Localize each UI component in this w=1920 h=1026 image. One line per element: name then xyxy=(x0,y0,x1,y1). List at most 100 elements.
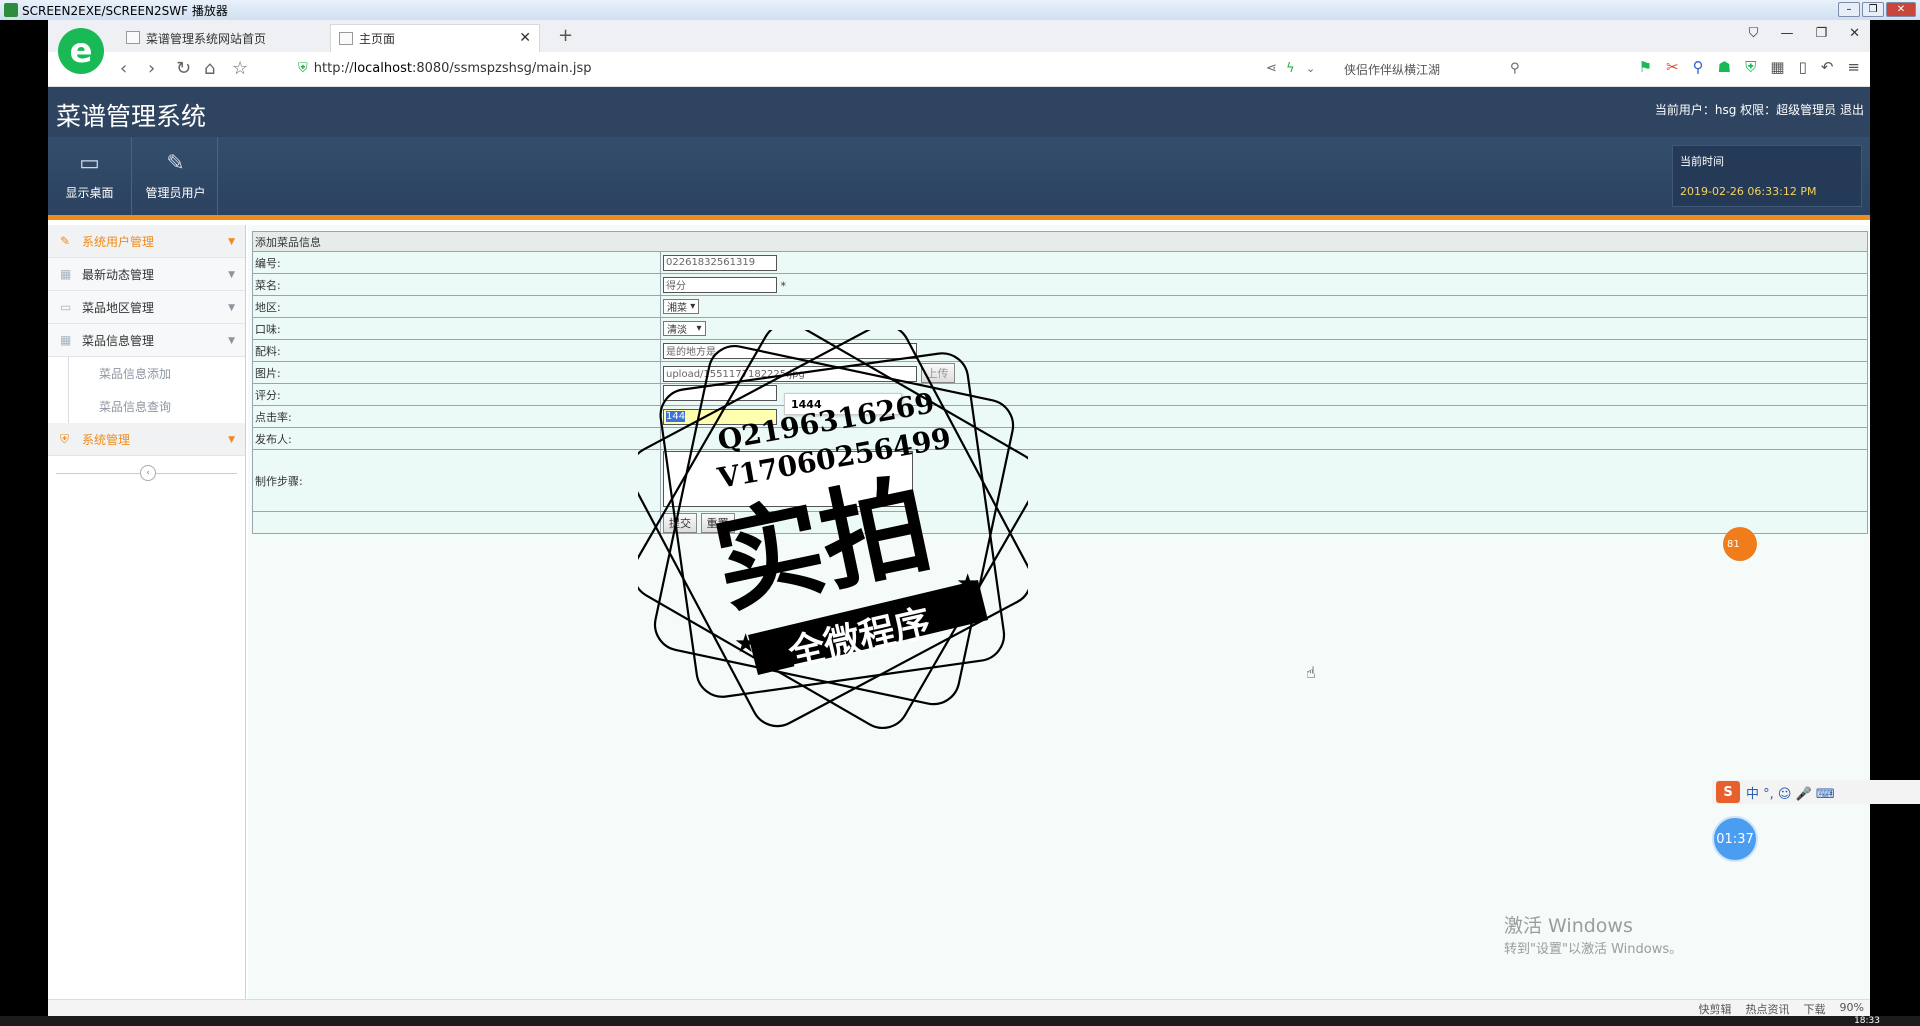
bookmark-icon[interactable]: ▯ xyxy=(1799,58,1807,76)
select-arrow-icon: ▾ xyxy=(690,301,696,312)
table-row: 地区: 湘菜 ▾ xyxy=(252,295,1868,318)
taste-label: 口味: xyxy=(252,317,661,340)
close-icon[interactable]: ✕ xyxy=(1886,2,1916,17)
status-item[interactable]: 下载 xyxy=(1804,1001,1826,1017)
table-row: 提交 重置 xyxy=(252,511,1868,534)
tab-bar: e 菜谱管理系统网站首页 主页面 ✕ + ⛉ — ❐ ✕ xyxy=(48,20,1870,74)
browser-status-bar: 快剪辑 热点资讯 下载 90% xyxy=(48,999,1870,1016)
share-icon[interactable]: ⋖ xyxy=(1266,61,1277,76)
shirt-icon[interactable]: ⛉ xyxy=(1749,26,1759,41)
sidebar-item-system[interactable]: ⛨ 系统管理 ▼ xyxy=(48,423,245,456)
restore-icon[interactable]: ❐ xyxy=(1815,26,1827,41)
submit-button[interactable]: 提交 xyxy=(663,512,697,533)
pencil-icon: ✎ xyxy=(60,234,71,248)
autocomplete-option[interactable]: 1444 xyxy=(784,393,902,415)
reload-icon[interactable]: ↻ xyxy=(176,58,191,79)
translate-icon[interactable]: ⚑ xyxy=(1639,58,1652,76)
system-toolbar: ▭ 显示桌面 ✎ 管理员用户 当前时间 2019-02-26 06:33:12 … xyxy=(48,137,1870,220)
table-row: 菜名: 得分 * xyxy=(252,273,1868,296)
show-desktop-button[interactable]: ▭ 显示桌面 xyxy=(48,137,132,215)
status-items: 快剪辑 热点资讯 下载 90% xyxy=(1699,1001,1864,1017)
user-info[interactable]: 当前用户：hsg 权限：超级管理员 退出 xyxy=(1655,101,1864,118)
search-field[interactable]: 侠侣作伴纵横江湖 xyxy=(1344,61,1440,78)
undo-icon[interactable]: ↶ xyxy=(1821,58,1834,76)
ime-status[interactable]: 中 °, ☺ 🎤 ⌨ xyxy=(1746,783,1835,802)
region-label: 地区: xyxy=(252,295,661,318)
menu-icon[interactable]: ≡ xyxy=(1847,58,1860,76)
tab-label: 菜谱管理系统网站首页 xyxy=(146,31,267,46)
new-tab-icon[interactable]: + xyxy=(558,25,573,46)
star-icon[interactable]: ☆ xyxy=(232,58,248,79)
steps-label: 制作步骤: xyxy=(252,449,661,512)
collapse-icon[interactable]: ‹ xyxy=(140,465,156,481)
tab-close-icon[interactable]: ✕ xyxy=(519,30,531,46)
main-content: 添加菜品信息 编号: 02261832561319 菜名: 得分 * 地区: 湘… xyxy=(248,225,1870,999)
name-label: 菜名: xyxy=(252,273,661,296)
upload-button[interactable]: 上传 xyxy=(920,362,955,383)
clicks-field[interactable]: 144 xyxy=(663,408,777,425)
score-label: 评分: xyxy=(252,383,661,406)
recording-timer[interactable]: 01:37 xyxy=(1712,816,1758,862)
sidebar-item-news[interactable]: ▦ 最新动态管理 ▼ xyxy=(48,258,245,291)
form-caption-row: 添加菜品信息 xyxy=(252,231,1868,252)
url-field[interactable]: ⛨ http://localhost:8080/ssmspzshsg/main.j… xyxy=(298,61,592,76)
status-item[interactable]: 热点资讯 xyxy=(1746,1001,1790,1017)
status-item[interactable]: 快剪辑 xyxy=(1699,1001,1732,1017)
clock-box: 当前时间 2019-02-26 06:33:12 PM xyxy=(1672,145,1862,207)
apps-icon[interactable]: ▦ xyxy=(1770,58,1784,76)
minimize-icon[interactable]: — xyxy=(1780,26,1793,41)
lightning-icon[interactable]: ϟ xyxy=(1286,61,1295,76)
player-title-bar: SCREEN2EXE/SCREEN2SWF 播放器 – ❐ ✕ xyxy=(0,0,1920,20)
taste-select[interactable]: 清淡 ▾ xyxy=(663,321,706,336)
minimize-icon[interactable]: – xyxy=(1838,2,1860,17)
url-prefix: http:// xyxy=(313,61,354,76)
floating-badge[interactable]: 81 xyxy=(1723,527,1757,561)
security-shield-icon[interactable]: ⛨ xyxy=(1745,58,1756,76)
id-field[interactable]: 02261832561319 xyxy=(663,254,777,271)
image-label: 图片: xyxy=(252,361,661,384)
sidebar-subitem-dish-query[interactable]: 菜品信息查询 xyxy=(68,390,245,423)
score-field[interactable] xyxy=(663,385,777,401)
caret-down-icon: ▼ xyxy=(228,270,235,280)
admin-user-label: 管理员用户 xyxy=(145,186,206,200)
ime-toolbar: S 中 °, ☺ 🎤 ⌨ xyxy=(1712,780,1920,804)
player-title: SCREEN2EXE/SCREEN2SWF 播放器 xyxy=(22,3,228,18)
back-icon[interactable]: ‹ xyxy=(120,58,127,79)
restore-icon[interactable]: ❐ xyxy=(1862,2,1884,17)
forward-icon[interactable]: › xyxy=(148,58,155,79)
home-icon[interactable]: ⌂ xyxy=(204,58,215,79)
grid-icon: ▦ xyxy=(60,333,72,347)
sidebar-item-region[interactable]: ▭ 菜品地区管理 ▼ xyxy=(48,291,245,324)
close-icon[interactable]: ✕ xyxy=(1849,26,1860,41)
zoom-level[interactable]: 90% xyxy=(1840,1001,1864,1017)
magnifier-icon[interactable]: ⚲ xyxy=(1693,58,1704,76)
system-header: 菜谱管理系统 当前用户：hsg 权限：超级管理员 退出 xyxy=(48,87,1870,137)
url-host: localhost xyxy=(353,61,412,76)
sidebar-item-system-users[interactable]: ✎ 系统用户管理 ▼ xyxy=(48,225,245,258)
sogou-logo-icon[interactable]: S xyxy=(1716,781,1740,803)
search-icon[interactable]: ⚲ xyxy=(1510,61,1520,76)
ingredients-field[interactable]: 是的地方是 xyxy=(663,342,917,359)
scissors-icon[interactable]: ✂ xyxy=(1666,58,1679,76)
activation-title: 激活 Windows xyxy=(1504,915,1633,937)
browser-logo-icon[interactable]: e xyxy=(58,28,104,74)
tab-main[interactable]: 主页面 ✕ xyxy=(330,24,540,52)
name-field[interactable]: 得分 xyxy=(663,276,777,293)
sidebar-item-dish-info[interactable]: ▦ 菜品信息管理 ▼ xyxy=(48,324,245,357)
chevron-down-icon[interactable]: ⌄ xyxy=(1306,62,1315,75)
sidebar-collapse: ‹ xyxy=(48,456,245,490)
image-field[interactable]: upload/1551177182225.jpg xyxy=(663,366,917,382)
gamepad-icon[interactable]: ☗ xyxy=(1718,58,1731,76)
tab-homepage[interactable]: 菜谱管理系统网站首页 xyxy=(118,24,328,52)
region-select[interactable]: 湘菜 ▾ xyxy=(663,299,700,314)
table-row: 编号: 02261832561319 xyxy=(252,251,1868,274)
tab-label: 主页面 xyxy=(359,32,396,46)
clock-label: 当前时间 xyxy=(1680,155,1724,168)
sidebar: ✎ 系统用户管理 ▼ ▦ 最新动态管理 ▼ ▭ 菜品地区管理 ▼ ▦ 菜品信息管… xyxy=(48,225,246,999)
sidebar-subitem-dish-add[interactable]: 菜品信息添加 xyxy=(68,357,245,390)
admin-user-button[interactable]: ✎ 管理员用户 xyxy=(134,137,218,215)
steps-textarea[interactable] xyxy=(663,451,913,507)
clicks-selected-text: 144 xyxy=(666,411,686,422)
reset-button[interactable]: 重置 xyxy=(700,512,735,533)
publisher-label: 发布人: xyxy=(252,427,661,450)
